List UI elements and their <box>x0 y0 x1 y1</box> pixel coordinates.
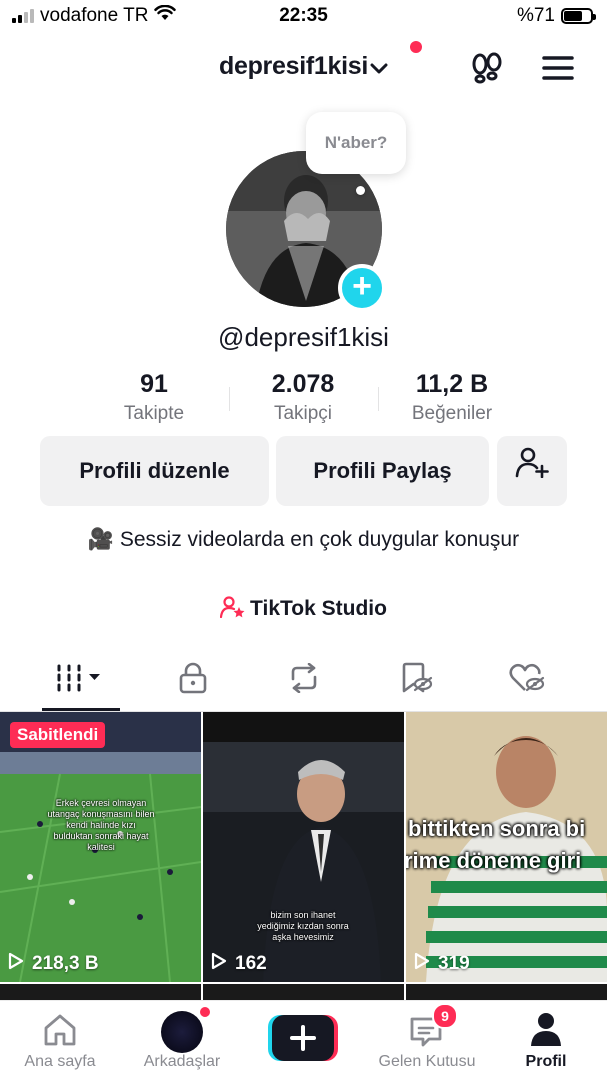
notification-dot <box>410 41 422 53</box>
video-caption: bizim son ihanet yediğimiz kızdan sonra … <box>257 910 349 942</box>
stat-label: Takipçi <box>273 403 333 424</box>
nav-friends-label: Arkadaşlar <box>143 1053 221 1070</box>
edit-profile-button[interactable]: Profili düzenle <box>40 436 269 506</box>
nav-home-label: Ana sayfa <box>24 1053 96 1070</box>
friends-avatar <box>161 1011 203 1053</box>
profile-person-icon <box>530 1011 562 1052</box>
video-thumbnail-partial[interactable] <box>0 984 201 1000</box>
add-friends-button[interactable] <box>497 436 567 506</box>
pinned-badge: Sabitlendi <box>10 722 106 748</box>
profile-tabs <box>0 648 607 712</box>
battery-percent: %71 <box>516 5 555 26</box>
home-icon <box>42 1013 78 1052</box>
bubble-tail <box>356 186 365 195</box>
video-thumbnail-partial[interactable] <box>406 984 607 1000</box>
nav-home[interactable]: Ana sayfa <box>10 1001 110 1080</box>
tab-videos[interactable] <box>20 648 141 712</box>
friends-notification-dot <box>198 1005 212 1019</box>
bookmark-hidden-icon <box>399 662 433 699</box>
grid-icon <box>55 663 107 698</box>
video-thumbnail[interactable]: bittikten sonra bi rime döneme giri 319 <box>406 712 607 982</box>
video-thumbnail[interactable]: bizim son ihanet yediğimiz kızdan sonra … <box>203 712 404 982</box>
nav-profile[interactable]: Profil <box>508 1001 584 1080</box>
status-bar: vodafone TR 22:35 %71 <box>0 0 607 34</box>
bio-text: Sessiz videolarda en çok duygular konuşu… <box>119 528 520 551</box>
battery-icon <box>561 8 596 24</box>
note-bubble[interactable]: N'aber? <box>306 112 406 174</box>
video-thumbnail-partial[interactable] <box>203 984 404 1000</box>
stat-value: 91 <box>140 370 168 398</box>
video-overlay-line-1: bittikten sonra bi <box>408 816 586 841</box>
view-count: 162 <box>211 952 267 976</box>
add-story-button[interactable]: + <box>338 264 386 312</box>
view-count-value: 162 <box>235 953 267 974</box>
create-plus-icon <box>268 1015 338 1061</box>
play-icon <box>414 952 430 976</box>
menu-icon[interactable] <box>542 55 574 86</box>
account-username: depresif1kisi <box>219 52 368 80</box>
nav-inbox-label: Gelen Kutusu <box>378 1053 476 1070</box>
nav-profile-label: Profil <box>525 1053 567 1070</box>
profile-stats: 91 Takipte 2.078 Takipçi 11,2 B Beğenile… <box>0 370 607 430</box>
creator-star-icon <box>219 596 246 624</box>
stat-label: Beğeniler <box>411 403 493 424</box>
play-icon <box>211 952 227 976</box>
tiktok-studio-label: TikTok Studio <box>250 597 387 620</box>
create-button[interactable] <box>268 1001 340 1080</box>
stat-following[interactable]: 91 Takipte <box>104 370 204 425</box>
inbox-badge: 9 <box>432 1003 458 1029</box>
lock-icon <box>178 662 208 699</box>
profile-bio: 🎥 Sessiz videolarda en çok duygular konu… <box>0 526 607 554</box>
profile-handle: @depresif1kisi <box>218 322 389 352</box>
view-count-value: 218,3 B <box>32 953 99 974</box>
divider <box>378 387 379 411</box>
stat-label: Takipte <box>123 403 185 424</box>
stat-likes[interactable]: 11,2 B Beğeniler <box>392 370 512 425</box>
tab-reposts[interactable] <box>243 648 364 712</box>
nav-friends[interactable]: Arkadaşlar <box>132 1001 232 1080</box>
tab-liked[interactable] <box>466 648 587 712</box>
profile-top-bar: depresif1kisi <box>0 38 607 96</box>
view-count-value: 319 <box>438 953 470 974</box>
account-switcher[interactable]: depresif1kisi <box>0 52 607 82</box>
video-overlay-line-2: rime döneme giri <box>406 848 582 873</box>
tiktok-studio-link[interactable]: TikTok Studio <box>0 596 607 624</box>
stat-value: 11,2 B <box>415 370 489 398</box>
video-3-image <box>406 712 607 982</box>
nav-inbox[interactable]: 9 Gelen Kutusu <box>372 1001 482 1080</box>
share-profile-button[interactable]: Profili Paylaş <box>276 436 489 506</box>
video-thumbnail[interactable]: Sabitlendi Erkek çevresi olmayan utangaç… <box>0 712 201 982</box>
bottom-navigation: Ana sayfa Arkadaşlar 9 Gelen Kutusu Prof… <box>0 1000 607 1080</box>
video-grid: Sabitlendi Erkek çevresi olmayan utangaç… <box>0 712 607 1000</box>
footprints-icon[interactable] <box>470 52 504 89</box>
movie-camera-emoji: 🎥 <box>87 528 115 551</box>
divider <box>229 387 230 411</box>
chevron-down-icon <box>370 53 388 82</box>
stat-value: 2.078 <box>271 370 335 398</box>
tab-private[interactable] <box>132 648 253 712</box>
clock: 22:35 <box>279 5 328 26</box>
add-user-icon <box>515 436 549 506</box>
stat-followers[interactable]: 2.078 Takipçi <box>243 370 363 425</box>
play-icon <box>8 952 24 976</box>
repost-icon <box>287 662 321 698</box>
tab-favorites[interactable] <box>355 648 476 712</box>
view-count: 319 <box>414 952 470 976</box>
heart-hidden-icon <box>508 662 545 699</box>
active-tab-indicator <box>42 708 120 711</box>
view-count: 218,3 B <box>8 952 99 976</box>
video-caption: Erkek çevresi olmayan utangaç konuşmasın… <box>47 798 155 852</box>
